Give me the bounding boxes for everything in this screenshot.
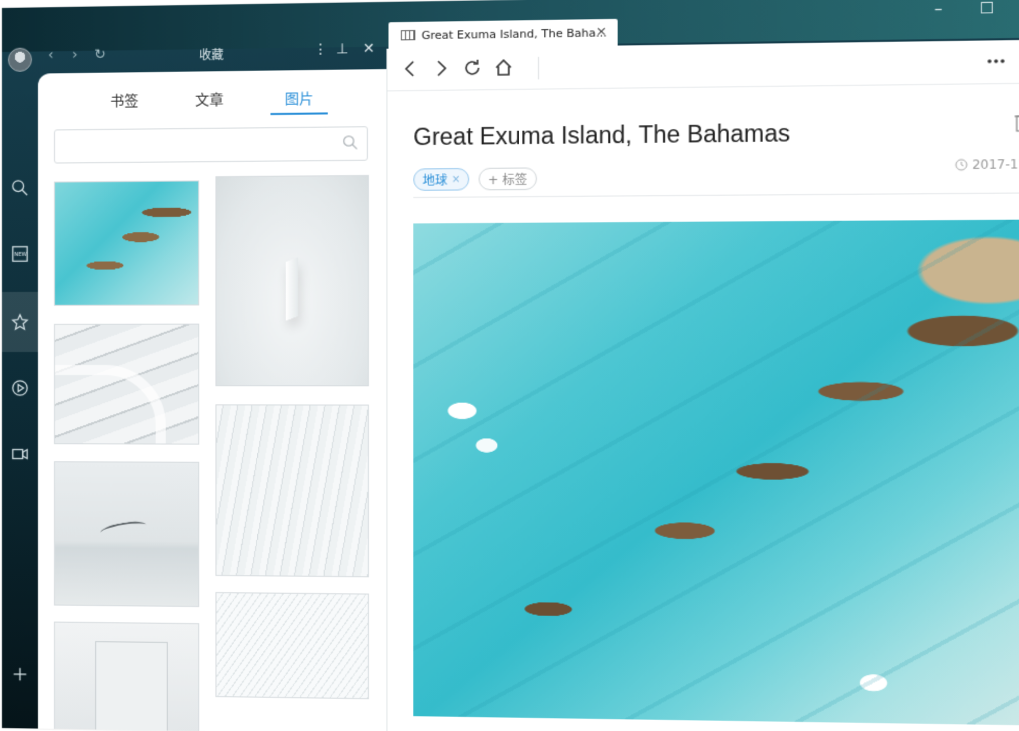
- browser-tab[interactable]: Great Exuma Island, The Baha... ×: [388, 19, 617, 49]
- close-icon[interactable]: ✕: [363, 41, 375, 57]
- refresh-icon[interactable]: ↻: [94, 47, 106, 63]
- play-icon: [11, 379, 29, 397]
- star-icon: [11, 313, 29, 331]
- rail-camera-button[interactable]: [2, 424, 38, 484]
- tag-label: 地球: [423, 171, 448, 189]
- clock-icon: [955, 159, 968, 172]
- favorites-panel: 书签 文章 图片: [38, 69, 386, 731]
- more-vertical-icon[interactable]: ⋮: [313, 41, 327, 57]
- date-text: 2017-11-5: [972, 157, 1019, 172]
- search-input[interactable]: [54, 126, 368, 163]
- tab-bookmarks[interactable]: 书签: [110, 90, 138, 110]
- image-thumbnail[interactable]: [215, 175, 368, 386]
- tab-articles[interactable]: 文章: [195, 89, 223, 110]
- favorites-tabs: 书签 文章 图片: [38, 81, 386, 115]
- avatar[interactable]: [8, 48, 32, 72]
- hero-image: [413, 220, 1019, 726]
- forward-icon: [431, 58, 452, 79]
- home-icon: [493, 57, 514, 78]
- image-thumbnail[interactable]: [54, 324, 199, 445]
- image-thumbnail[interactable]: [54, 622, 199, 731]
- tab-close-icon[interactable]: ×: [596, 24, 607, 40]
- reload-button[interactable]: [462, 58, 485, 81]
- rail-news-button[interactable]: NEW: [2, 224, 38, 284]
- rail-search-button[interactable]: [2, 158, 38, 218]
- side-rail: NEW: [2, 7, 38, 728]
- page-icon: [401, 30, 415, 40]
- tab-title: Great Exuma Island, The Baha...: [422, 26, 607, 42]
- search-icon: [11, 179, 29, 197]
- image-thumbnail[interactable]: [215, 592, 368, 699]
- back-icon[interactable]: ‹: [48, 47, 54, 63]
- image-thumbnail[interactable]: [54, 461, 199, 607]
- refresh-icon: [462, 58, 483, 79]
- forward-button[interactable]: [431, 58, 454, 81]
- header-divider: [413, 192, 1019, 198]
- minimize-button[interactable]: –: [934, 0, 942, 18]
- browser-toolbar: [387, 39, 1019, 91]
- back-icon: [400, 58, 421, 79]
- image-thumbnail[interactable]: [54, 180, 199, 305]
- news-icon-label: NEW: [14, 252, 27, 258]
- trash-icon[interactable]: [1013, 113, 1019, 132]
- rail-video-button[interactable]: [2, 358, 38, 418]
- back-button[interactable]: [400, 58, 423, 81]
- add-tag-button[interactable]: + 标签: [479, 167, 537, 190]
- page-title: Great Exuma Island, The Bahamas: [413, 120, 790, 151]
- remove-tag-icon[interactable]: ×: [452, 174, 461, 185]
- search-icon: [342, 134, 358, 150]
- favorites-title: 收藏: [199, 46, 223, 63]
- app-window: NEW ‹ › ↻ 收藏 ⋮ ⊥ ✕ 书签 文章 图片 Great Exuma …: [2, 0, 1019, 731]
- more-horizontal-icon: [985, 51, 1007, 72]
- toolbar-divider: [538, 57, 539, 80]
- image-thumbnail[interactable]: [215, 404, 368, 577]
- favorites-header: ‹ › ↻ 收藏 ⋮ ⊥ ✕: [38, 32, 389, 73]
- browser-content: Great Exuma Island, The Bahamas 地球 × + 标…: [386, 39, 1019, 731]
- video-icon: [11, 445, 29, 463]
- plus-icon: [11, 665, 29, 683]
- more-button[interactable]: [985, 51, 1009, 74]
- news-icon: NEW: [11, 245, 29, 263]
- rail-favorites-button[interactable]: [2, 292, 38, 352]
- rail-add-button[interactable]: [2, 644, 38, 705]
- forward-icon[interactable]: ›: [72, 47, 78, 63]
- tab-images[interactable]: 图片: [270, 88, 327, 115]
- maximize-button[interactable]: ☐: [980, 0, 995, 18]
- tag-chip[interactable]: 地球 ×: [413, 168, 469, 191]
- pin-icon[interactable]: ⊥: [336, 41, 349, 57]
- home-button[interactable]: [493, 57, 516, 80]
- date-label: 2017-11-5: [955, 157, 1019, 172]
